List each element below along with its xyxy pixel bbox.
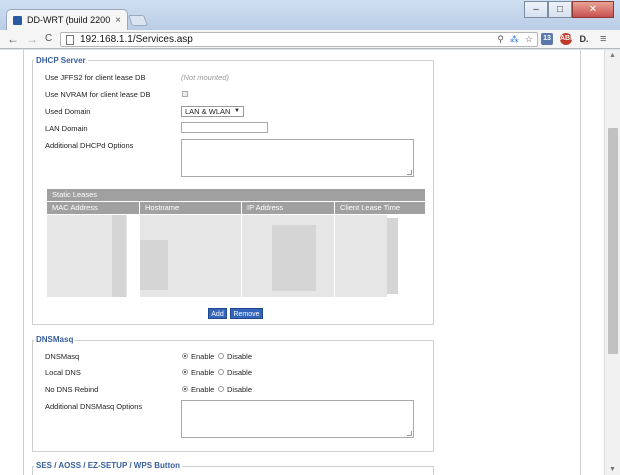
used-domain-select[interactable]: LAN & WLAN ▼ (181, 106, 244, 117)
col-hostname: Hostname (140, 202, 241, 214)
back-icon[interactable]: ← (7, 32, 19, 46)
jffs2-status: (Not mounted) (181, 73, 229, 82)
omnibox-icons: ⚲ ⁂ ☆ (497, 34, 533, 45)
browser-toolbar: ← → C 192.168.1.1/Services.asp ⚲ ⁂ ☆ 13 … (0, 30, 620, 49)
static-leases-title: Static Leases (47, 189, 425, 201)
lan-domain-input[interactable] (181, 122, 268, 133)
services-content: DHCP Server Use JFFS2 for client lease D… (23, 50, 581, 475)
adblock-icon[interactable]: ABP (560, 33, 575, 45)
tab-close-icon[interactable]: × (115, 15, 121, 26)
no-dns-rebind-disable-radio[interactable] (218, 386, 224, 392)
page-viewport: DHCP Server Use JFFS2 for client lease D… (0, 50, 604, 475)
extension-d-icon[interactable]: D. (578, 33, 590, 45)
tab-title: DD-WRT (build 2200 (27, 15, 111, 25)
dhcpd-options-textarea[interactable] (181, 139, 414, 177)
dropdown-arrow-icon: ▼ (234, 108, 240, 114)
search-icon[interactable]: ⚲ (497, 34, 504, 45)
menu-icon[interactable]: ≡ (600, 32, 606, 46)
translate-icon[interactable]: ⁂ (510, 34, 519, 45)
dnsmasq-options-textarea[interactable] (181, 400, 414, 438)
reload-icon[interactable]: C (45, 32, 52, 46)
address-bar[interactable]: 192.168.1.1/Services.asp ⚲ ⁂ ☆ (60, 32, 538, 47)
redacted-ip-mark (272, 225, 316, 291)
redacted-mac-edge (112, 215, 126, 297)
no-dns-rebind-enable-label: Enable (191, 385, 215, 394)
no-dns-rebind-label: No DNS Rebind (45, 385, 99, 394)
redacted-hostname-mark (140, 240, 168, 290)
no-dns-rebind-enable-radio[interactable] (182, 386, 188, 392)
no-dns-rebind-disable-label: Disable (227, 385, 253, 394)
dnsmasq-disable-radio[interactable] (218, 353, 224, 359)
redacted-lease-column (335, 215, 387, 297)
local-dns-disable-label: Disable (227, 368, 253, 377)
col-client-lease-time: Client Lease Time (335, 202, 425, 214)
local-dns-disable-radio[interactable] (218, 369, 224, 375)
dnsmasq-enable-radio[interactable] (182, 353, 188, 359)
url-text: 192.168.1.1/Services.asp (80, 34, 193, 45)
nvram-label: Use NVRAM for client lease DB (45, 90, 151, 99)
minimize-button[interactable]: – (524, 1, 548, 18)
scroll-thumb[interactable] (608, 128, 618, 354)
new-tab-button[interactable] (127, 15, 149, 26)
browser-tab[interactable]: DD-WRT (build 2200 × (6, 9, 128, 30)
jffs2-label: Use JFFS2 for client lease DB (45, 73, 146, 82)
window-controls: – □ ✕ (524, 1, 614, 18)
dnsmasq-label: DNSMasq (45, 352, 80, 361)
forward-icon[interactable]: → (26, 32, 38, 46)
scroll-down-icon[interactable]: ▼ (609, 466, 616, 473)
star-icon[interactable]: ☆ (525, 34, 533, 45)
extension-counter-icon[interactable]: 13 (541, 33, 553, 45)
maximize-button[interactable]: □ (548, 1, 572, 18)
browser-titlebar: DD-WRT (build 2200 × – □ ✕ (0, 0, 620, 30)
resize-grip-icon[interactable] (407, 431, 412, 436)
used-domain-label: Used Domain (45, 107, 91, 116)
redacted-lease-mark (387, 218, 398, 294)
used-domain-value: LAN & WLAN (185, 107, 231, 116)
dnsmasq-legend: DNSMasq (34, 335, 76, 344)
local-dns-enable-radio[interactable] (182, 369, 188, 375)
page-scrollbar[interactable]: ▲ ▼ (604, 50, 620, 475)
local-dns-enable-label: Enable (191, 368, 215, 377)
col-ip-address: IP Address (242, 202, 334, 214)
local-dns-label: Local DNS (45, 368, 81, 377)
lan-domain-label: LAN Domain (45, 124, 88, 133)
remove-button[interactable]: Remove (230, 308, 263, 319)
dnsmasq-enable-label: Enable (191, 352, 215, 361)
scroll-up-icon[interactable]: ▲ (609, 52, 616, 59)
page-icon (66, 34, 74, 45)
wps-legend: SES / AOSS / EZ-SETUP / WPS Button (34, 461, 183, 470)
col-mac-address: MAC Address (47, 202, 139, 214)
nvram-checkbox[interactable] (182, 91, 188, 97)
dhcp-legend: DHCP Server (34, 56, 88, 65)
ddwrt-favicon-icon (13, 15, 22, 25)
dhcpd-options-label: Additional DHCPd Options (45, 141, 134, 150)
dnsmasq-disable-label: Disable (227, 352, 253, 361)
close-window-button[interactable]: ✕ (572, 1, 614, 18)
add-button[interactable]: Add (208, 308, 227, 319)
dnsmasq-options-label: Additional DNSMasq Options (45, 402, 143, 411)
resize-grip-icon[interactable] (407, 170, 412, 175)
